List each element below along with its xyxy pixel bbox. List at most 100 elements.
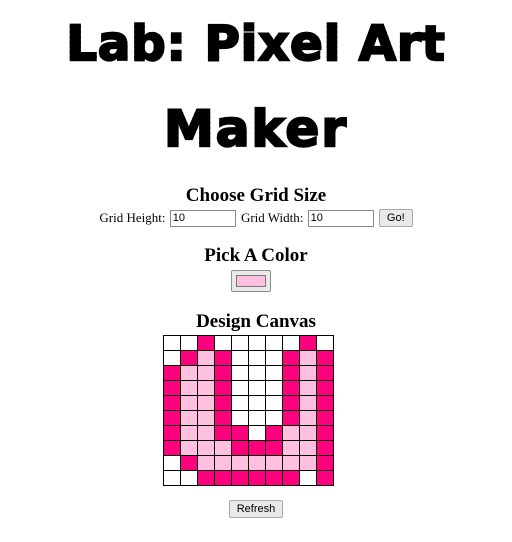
canvas-cell[interactable] xyxy=(282,410,300,426)
go-button[interactable]: Go! xyxy=(378,209,413,228)
canvas-cell[interactable] xyxy=(248,380,266,396)
canvas-cell[interactable] xyxy=(180,350,198,366)
canvas-cell[interactable] xyxy=(231,395,249,411)
canvas-cell[interactable] xyxy=(265,335,283,351)
canvas-cell[interactable] xyxy=(282,350,300,366)
canvas-cell[interactable] xyxy=(231,365,249,381)
canvas-cell[interactable] xyxy=(197,395,215,411)
canvas-cell[interactable] xyxy=(265,455,283,471)
canvas-cell[interactable] xyxy=(163,365,181,381)
canvas-cell[interactable] xyxy=(316,470,334,486)
canvas-cell[interactable] xyxy=(180,455,198,471)
canvas-cell[interactable] xyxy=(180,440,198,456)
canvas-cell[interactable] xyxy=(316,410,334,426)
canvas-cell[interactable] xyxy=(197,425,215,441)
canvas-cell[interactable] xyxy=(316,350,334,366)
canvas-cell[interactable] xyxy=(214,425,232,441)
canvas-cell[interactable] xyxy=(214,440,232,456)
canvas-cell[interactable] xyxy=(282,365,300,381)
canvas-cell[interactable] xyxy=(180,380,198,396)
canvas-cell[interactable] xyxy=(299,425,317,441)
canvas-cell[interactable] xyxy=(265,395,283,411)
canvas-cell[interactable] xyxy=(248,365,266,381)
canvas-cell[interactable] xyxy=(197,350,215,366)
canvas-cell[interactable] xyxy=(316,380,334,396)
canvas-cell[interactable] xyxy=(231,425,249,441)
canvas-cell[interactable] xyxy=(299,380,317,396)
canvas-cell[interactable] xyxy=(282,335,300,351)
canvas-cell[interactable] xyxy=(316,395,334,411)
canvas-cell[interactable] xyxy=(180,335,198,351)
canvas-cell[interactable] xyxy=(231,440,249,456)
canvas-cell[interactable] xyxy=(231,455,249,471)
canvas-cell[interactable] xyxy=(214,350,232,366)
canvas-cell[interactable] xyxy=(282,455,300,471)
canvas-cell[interactable] xyxy=(197,365,215,381)
canvas-cell[interactable] xyxy=(248,470,266,486)
canvas-cell[interactable] xyxy=(265,410,283,426)
canvas-cell[interactable] xyxy=(248,335,266,351)
canvas-cell[interactable] xyxy=(163,425,181,441)
canvas-cell[interactable] xyxy=(299,395,317,411)
canvas-cell[interactable] xyxy=(282,440,300,456)
grid-height-input[interactable] xyxy=(169,209,236,227)
canvas-cell[interactable] xyxy=(265,380,283,396)
canvas-cell[interactable] xyxy=(316,365,334,381)
canvas-cell[interactable] xyxy=(248,440,266,456)
canvas-cell[interactable] xyxy=(163,410,181,426)
canvas-cell[interactable] xyxy=(197,410,215,426)
canvas-cell[interactable] xyxy=(214,365,232,381)
canvas-cell[interactable] xyxy=(316,425,334,441)
canvas-cell[interactable] xyxy=(248,455,266,471)
canvas-cell[interactable] xyxy=(163,440,181,456)
pixel-canvas[interactable] xyxy=(163,335,334,486)
canvas-cell[interactable] xyxy=(231,380,249,396)
canvas-cell[interactable] xyxy=(197,455,215,471)
canvas-cell[interactable] xyxy=(299,470,317,486)
canvas-cell[interactable] xyxy=(282,470,300,486)
grid-width-input[interactable] xyxy=(307,209,374,227)
canvas-cell[interactable] xyxy=(197,440,215,456)
canvas-cell[interactable] xyxy=(248,425,266,441)
canvas-cell[interactable] xyxy=(282,380,300,396)
canvas-cell[interactable] xyxy=(214,335,232,351)
canvas-cell[interactable] xyxy=(214,395,232,411)
canvas-cell[interactable] xyxy=(299,410,317,426)
canvas-cell[interactable] xyxy=(163,350,181,366)
canvas-cell[interactable] xyxy=(265,365,283,381)
canvas-cell[interactable] xyxy=(248,395,266,411)
canvas-cell[interactable] xyxy=(265,470,283,486)
color-picker[interactable] xyxy=(231,270,271,292)
canvas-cell[interactable] xyxy=(214,470,232,486)
canvas-cell[interactable] xyxy=(180,410,198,426)
canvas-cell[interactable] xyxy=(197,335,215,351)
canvas-cell[interactable] xyxy=(231,470,249,486)
canvas-cell[interactable] xyxy=(316,440,334,456)
canvas-cell[interactable] xyxy=(180,395,198,411)
canvas-cell[interactable] xyxy=(299,365,317,381)
canvas-cell[interactable] xyxy=(316,455,334,471)
canvas-cell[interactable] xyxy=(282,425,300,441)
canvas-cell[interactable] xyxy=(265,440,283,456)
canvas-cell[interactable] xyxy=(299,335,317,351)
refresh-button[interactable]: Refresh xyxy=(228,500,284,519)
canvas-cell[interactable] xyxy=(231,335,249,351)
canvas-cell[interactable] xyxy=(197,470,215,486)
canvas-cell[interactable] xyxy=(163,380,181,396)
canvas-cell[interactable] xyxy=(163,455,181,471)
canvas-cell[interactable] xyxy=(265,425,283,441)
canvas-cell[interactable] xyxy=(248,410,266,426)
canvas-cell[interactable] xyxy=(282,395,300,411)
canvas-cell[interactable] xyxy=(231,350,249,366)
canvas-cell[interactable] xyxy=(299,440,317,456)
canvas-cell[interactable] xyxy=(180,365,198,381)
canvas-cell[interactable] xyxy=(214,410,232,426)
canvas-cell[interactable] xyxy=(163,395,181,411)
canvas-cell[interactable] xyxy=(197,380,215,396)
canvas-cell[interactable] xyxy=(180,425,198,441)
canvas-cell[interactable] xyxy=(299,455,317,471)
canvas-cell[interactable] xyxy=(299,350,317,366)
canvas-cell[interactable] xyxy=(231,410,249,426)
canvas-cell[interactable] xyxy=(163,335,181,351)
canvas-cell[interactable] xyxy=(180,470,198,486)
